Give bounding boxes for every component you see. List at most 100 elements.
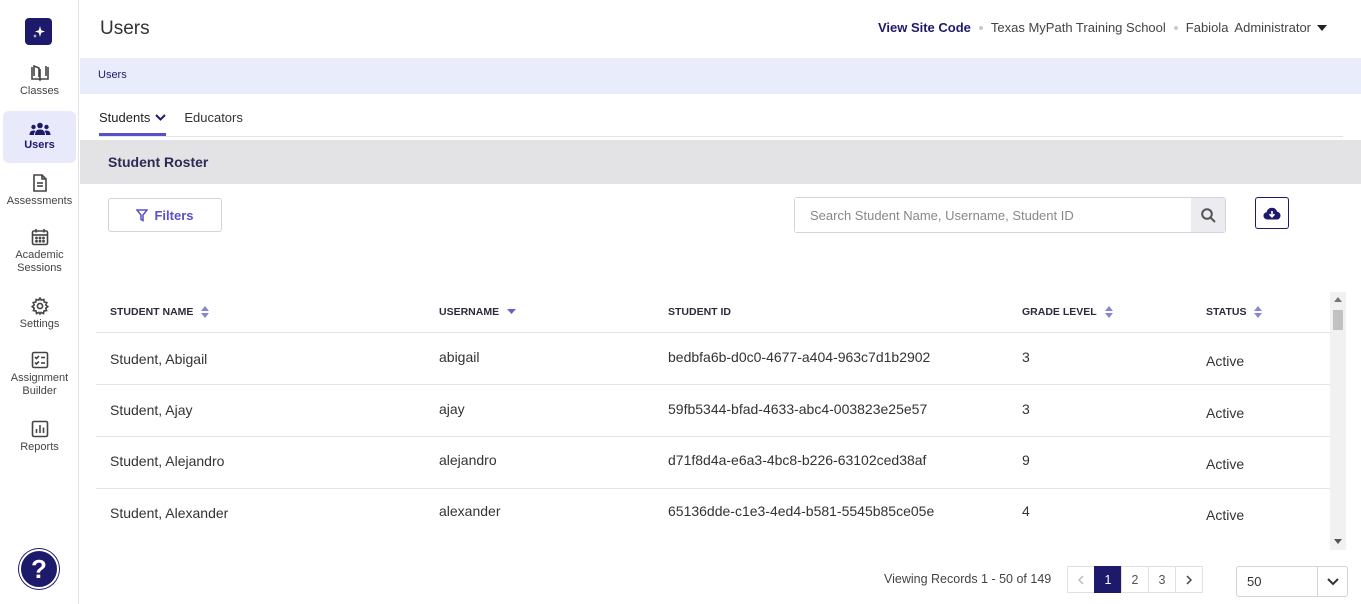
sort-icon: [1104, 306, 1113, 318]
column-label: USERNAME: [439, 306, 500, 318]
view-site-code-link[interactable]: View Site Code: [878, 20, 971, 35]
sparkle-icon: [32, 25, 45, 38]
sidebar-item-assignment-builder[interactable]: Assignment Builder: [3, 351, 76, 399]
sort-icon: [201, 306, 210, 318]
roster-title: Student Roster: [108, 154, 209, 170]
breadcrumb[interactable]: Users: [98, 69, 127, 81]
chevron-right-icon: [1186, 574, 1192, 585]
help-button[interactable]: ?: [19, 549, 59, 589]
separator-dot: [1173, 25, 1178, 30]
status-cell: Active: [1206, 405, 1245, 421]
sidebar-item-label: Classes: [19, 85, 60, 97]
username-cell: abigail: [439, 349, 480, 365]
grade-cell: 9: [1022, 452, 1030, 468]
tab-students[interactable]: Students: [99, 110, 167, 136]
column-label: STUDENT NAME: [110, 306, 194, 318]
checklist-icon: [31, 351, 48, 369]
column-header-status[interactable]: STATUS: [1206, 306, 1263, 318]
chevron-down-icon: [155, 114, 167, 121]
tab-label: Educators: [184, 110, 243, 125]
sidebar-item-classes[interactable]: Classes: [3, 64, 76, 104]
student-name-cell[interactable]: Student, Alejandro: [110, 453, 224, 469]
table-scrollbar[interactable]: [1330, 292, 1346, 550]
help-icon: ?: [31, 553, 47, 584]
roster-header: Student Roster: [80, 140, 1361, 184]
status-cell: Active: [1206, 507, 1245, 523]
student-id-cell: 65136dde-c1e3-4ed4-b581-5545b85ce05e: [668, 503, 935, 519]
search-box: [794, 197, 1226, 233]
page-button-1[interactable]: 1: [1094, 566, 1122, 593]
sidebar-item-reports[interactable]: Reports: [3, 420, 76, 456]
pagination: 1 2 3: [1067, 566, 1203, 593]
search-icon: [1200, 207, 1216, 223]
grade-cell: 3: [1022, 349, 1030, 365]
student-name-cell[interactable]: Student, Alexander: [110, 505, 228, 521]
header-user-area: View Site Code Texas MyPath Training Sch…: [878, 20, 1327, 35]
previous-page-button[interactable]: [1067, 566, 1095, 593]
sidebar-item-label: Users: [24, 139, 55, 151]
sidebar-item-settings[interactable]: Settings: [3, 297, 76, 333]
tab-educators[interactable]: Educators: [184, 110, 243, 136]
sidebar-item-users[interactable]: Users: [3, 111, 76, 163]
student-table: STUDENT NAME USERNAME STUDENT ID GRADE L…: [96, 292, 1330, 538]
student-id-cell: 59fb5344-bfad-4633-abc4-003823e25e57: [668, 401, 928, 417]
search-button[interactable]: [1191, 198, 1225, 232]
user-name: Fabiola: [1185, 20, 1229, 35]
sidebar-item-label: Reports: [20, 441, 59, 453]
filters-label: Filters: [154, 207, 194, 223]
table-row[interactable]: Student, Alejandro alejandro d71f8d4a-e6…: [96, 437, 1330, 489]
table-header: STUDENT NAME USERNAME STUDENT ID GRADE L…: [96, 292, 1330, 333]
table-row[interactable]: Student, Abigail abigail bedbfa6b-d0c0-4…: [96, 333, 1330, 385]
scroll-up-icon[interactable]: [1334, 297, 1342, 302]
sidebar-item-label: Assignment Builder: [10, 372, 69, 397]
scroll-thumb[interactable]: [1333, 310, 1343, 330]
search-input[interactable]: [795, 198, 1191, 232]
separator-dot: [978, 25, 983, 30]
student-id-cell: d71f8d4a-e6a3-4bc8-b226-63102ced38af: [668, 452, 927, 468]
student-name-cell[interactable]: Student, Ajay: [110, 402, 193, 418]
scroll-down-icon[interactable]: [1334, 539, 1342, 544]
cloud-download-icon: [1263, 207, 1281, 219]
download-roster-button[interactable]: [1255, 197, 1289, 229]
tab-label: Students: [99, 110, 151, 125]
page-button-3[interactable]: 3: [1148, 566, 1176, 593]
next-page-button[interactable]: [1175, 566, 1203, 593]
column-header-username[interactable]: USERNAME: [439, 306, 517, 318]
sidebar-item-academic-sessions[interactable]: Academic Sessions: [3, 228, 76, 276]
grade-cell: 3: [1022, 401, 1030, 417]
column-label: STUDENT ID: [668, 306, 731, 318]
user-type-tabs: Students Educators: [99, 110, 261, 136]
calendar-icon: [31, 229, 48, 246]
column-header-grade-level[interactable]: GRADE LEVEL: [1022, 306, 1113, 318]
app-logo[interactable]: [25, 18, 52, 45]
student-name-cell[interactable]: Student, Abigail: [110, 351, 207, 367]
column-header-student-name[interactable]: STUDENT NAME: [110, 306, 210, 318]
filter-icon: [136, 208, 149, 222]
page-button-2[interactable]: 2: [1121, 566, 1149, 593]
per-page-select[interactable]: 50: [1236, 566, 1348, 597]
breadcrumb-bar: Users: [80, 58, 1361, 94]
table-row[interactable]: Student, Alexander alexander 65136dde-c1…: [96, 488, 1330, 538]
gear-icon: [30, 297, 49, 315]
school-name: Texas MyPath Training School: [990, 20, 1166, 35]
sort-icon: [1254, 306, 1263, 318]
sidebar-item-assessments[interactable]: Assessments: [3, 174, 76, 210]
filters-button[interactable]: Filters: [108, 198, 222, 232]
bar-chart-icon: [31, 420, 48, 438]
table-row[interactable]: Student, Ajay ajay 59fb5344-bfad-4633-ab…: [96, 385, 1330, 437]
records-count: Viewing Records 1 - 50 of 149: [884, 572, 1052, 586]
user-role: Administrator: [1234, 20, 1311, 35]
users-icon: [29, 122, 50, 135]
sidebar-item-label: Assessments: [6, 195, 73, 207]
user-menu[interactable]: Fabiola Administrator: [1186, 20, 1327, 35]
chevron-left-icon: [1078, 574, 1084, 585]
status-cell: Active: [1206, 456, 1245, 472]
student-id-cell: bedbfa6b-d0c0-4677-a404-963c7d1b2902: [668, 349, 931, 365]
sidebar-item-label: Settings: [19, 318, 60, 330]
column-label: GRADE LEVEL: [1022, 306, 1097, 318]
caret-down-icon: [1317, 24, 1327, 31]
username-cell: ajay: [439, 401, 465, 417]
column-label: STATUS: [1206, 306, 1247, 318]
column-header-student-id: STUDENT ID: [668, 306, 731, 318]
username-cell: alexander: [439, 503, 501, 519]
